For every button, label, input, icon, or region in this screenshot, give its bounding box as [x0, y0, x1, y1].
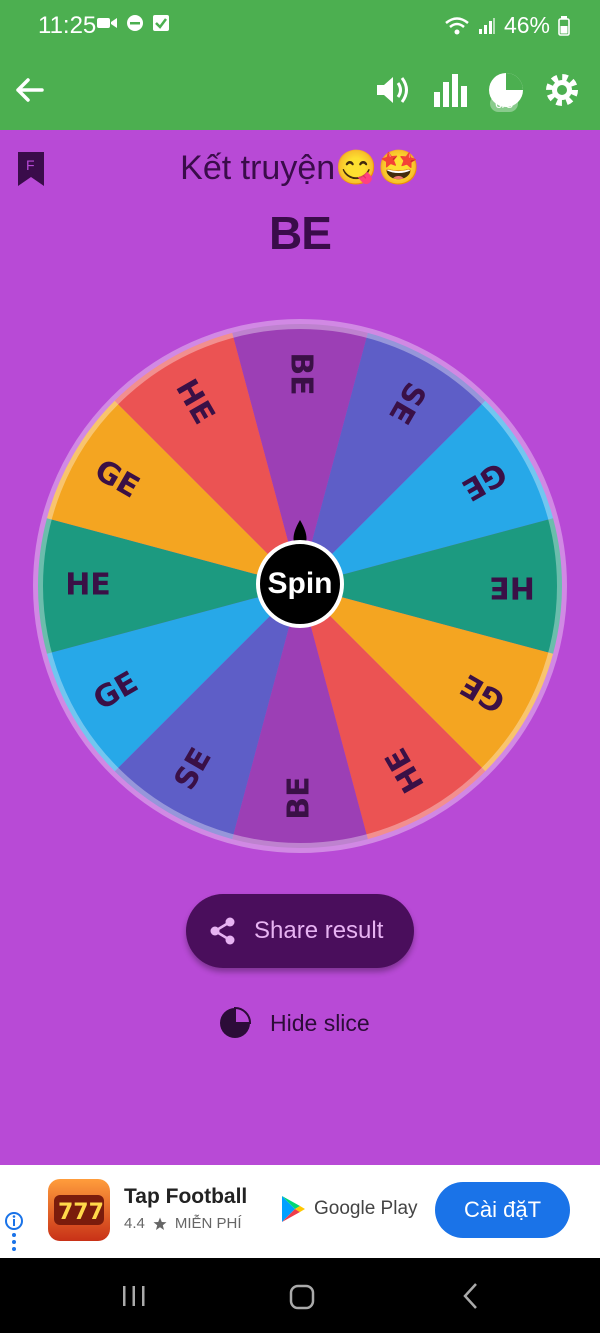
ad-rating: 4.4 — [124, 1215, 145, 1232]
ad-app-name[interactable]: Tap Football — [124, 1185, 247, 1209]
share-result-button[interactable]: Share result — [186, 894, 414, 968]
svg-text:777: 777 — [58, 1200, 104, 1225]
wheel-slice-label: BE — [284, 352, 319, 395]
home-icon[interactable] — [288, 1284, 316, 1310]
google-play-badge[interactable]: Google Play — [280, 1195, 418, 1223]
google-play-label: Google Play — [314, 1198, 418, 1219]
spin-button[interactable]: Spin — [256, 540, 344, 628]
google-play-icon — [282, 1196, 305, 1222]
status-bar: 11:25 46% — [0, 0, 600, 52]
share-icon — [210, 917, 235, 945]
status-time: 11:25 — [38, 12, 97, 39]
wheel-slice-label: BE — [282, 776, 317, 819]
volume-icon[interactable] — [372, 70, 412, 110]
wheel-slice-label: HE — [489, 570, 535, 605]
ad-banner[interactable]: 777 Tap Football 4.4 MIỄN PHÍ Google Pla… — [0, 1165, 600, 1258]
ad-price: MIỄN PHÍ — [174, 1215, 242, 1232]
recent-apps-icon[interactable] — [120, 1284, 148, 1308]
share-result-label: Share result — [254, 917, 384, 944]
battery-percent: 46% — [503, 12, 550, 38]
spin-result: BE — [269, 207, 332, 259]
signal-icon — [478, 17, 495, 34]
hide-slice-button[interactable]: Hide slice — [218, 1006, 370, 1040]
pie-slice-icon — [220, 1006, 252, 1038]
pie-badge: 6/8 — [490, 95, 519, 112]
ad-info-icon[interactable] — [4, 1211, 24, 1251]
status-left-icons — [96, 14, 170, 32]
back-arrow-icon[interactable] — [12, 72, 48, 108]
hide-slice-label: Hide slice — [270, 1009, 370, 1036]
back-nav-icon[interactable] — [460, 1282, 482, 1310]
star-icon — [153, 1217, 167, 1230]
install-button[interactable]: Cài đặT — [435, 1182, 570, 1238]
ad-app-icon[interactable]: 777 — [48, 1179, 110, 1241]
status-right: 46% — [444, 12, 570, 39]
wheel-slice-label: HE — [65, 568, 111, 603]
system-nav-bar — [0, 1258, 600, 1333]
battery-icon — [558, 15, 570, 36]
stats-icon[interactable] — [430, 70, 470, 110]
page-title: Kết truyện😋🤩 — [180, 149, 420, 187]
wifi-icon — [445, 16, 469, 34]
check-icon — [153, 15, 169, 31]
ad-meta: 4.4 MIỄN PHÍ — [124, 1215, 242, 1232]
video-icon — [97, 18, 117, 28]
settings-icon[interactable] — [542, 70, 582, 110]
do-not-disturb-icon — [127, 15, 143, 31]
app-bar — [0, 52, 600, 130]
